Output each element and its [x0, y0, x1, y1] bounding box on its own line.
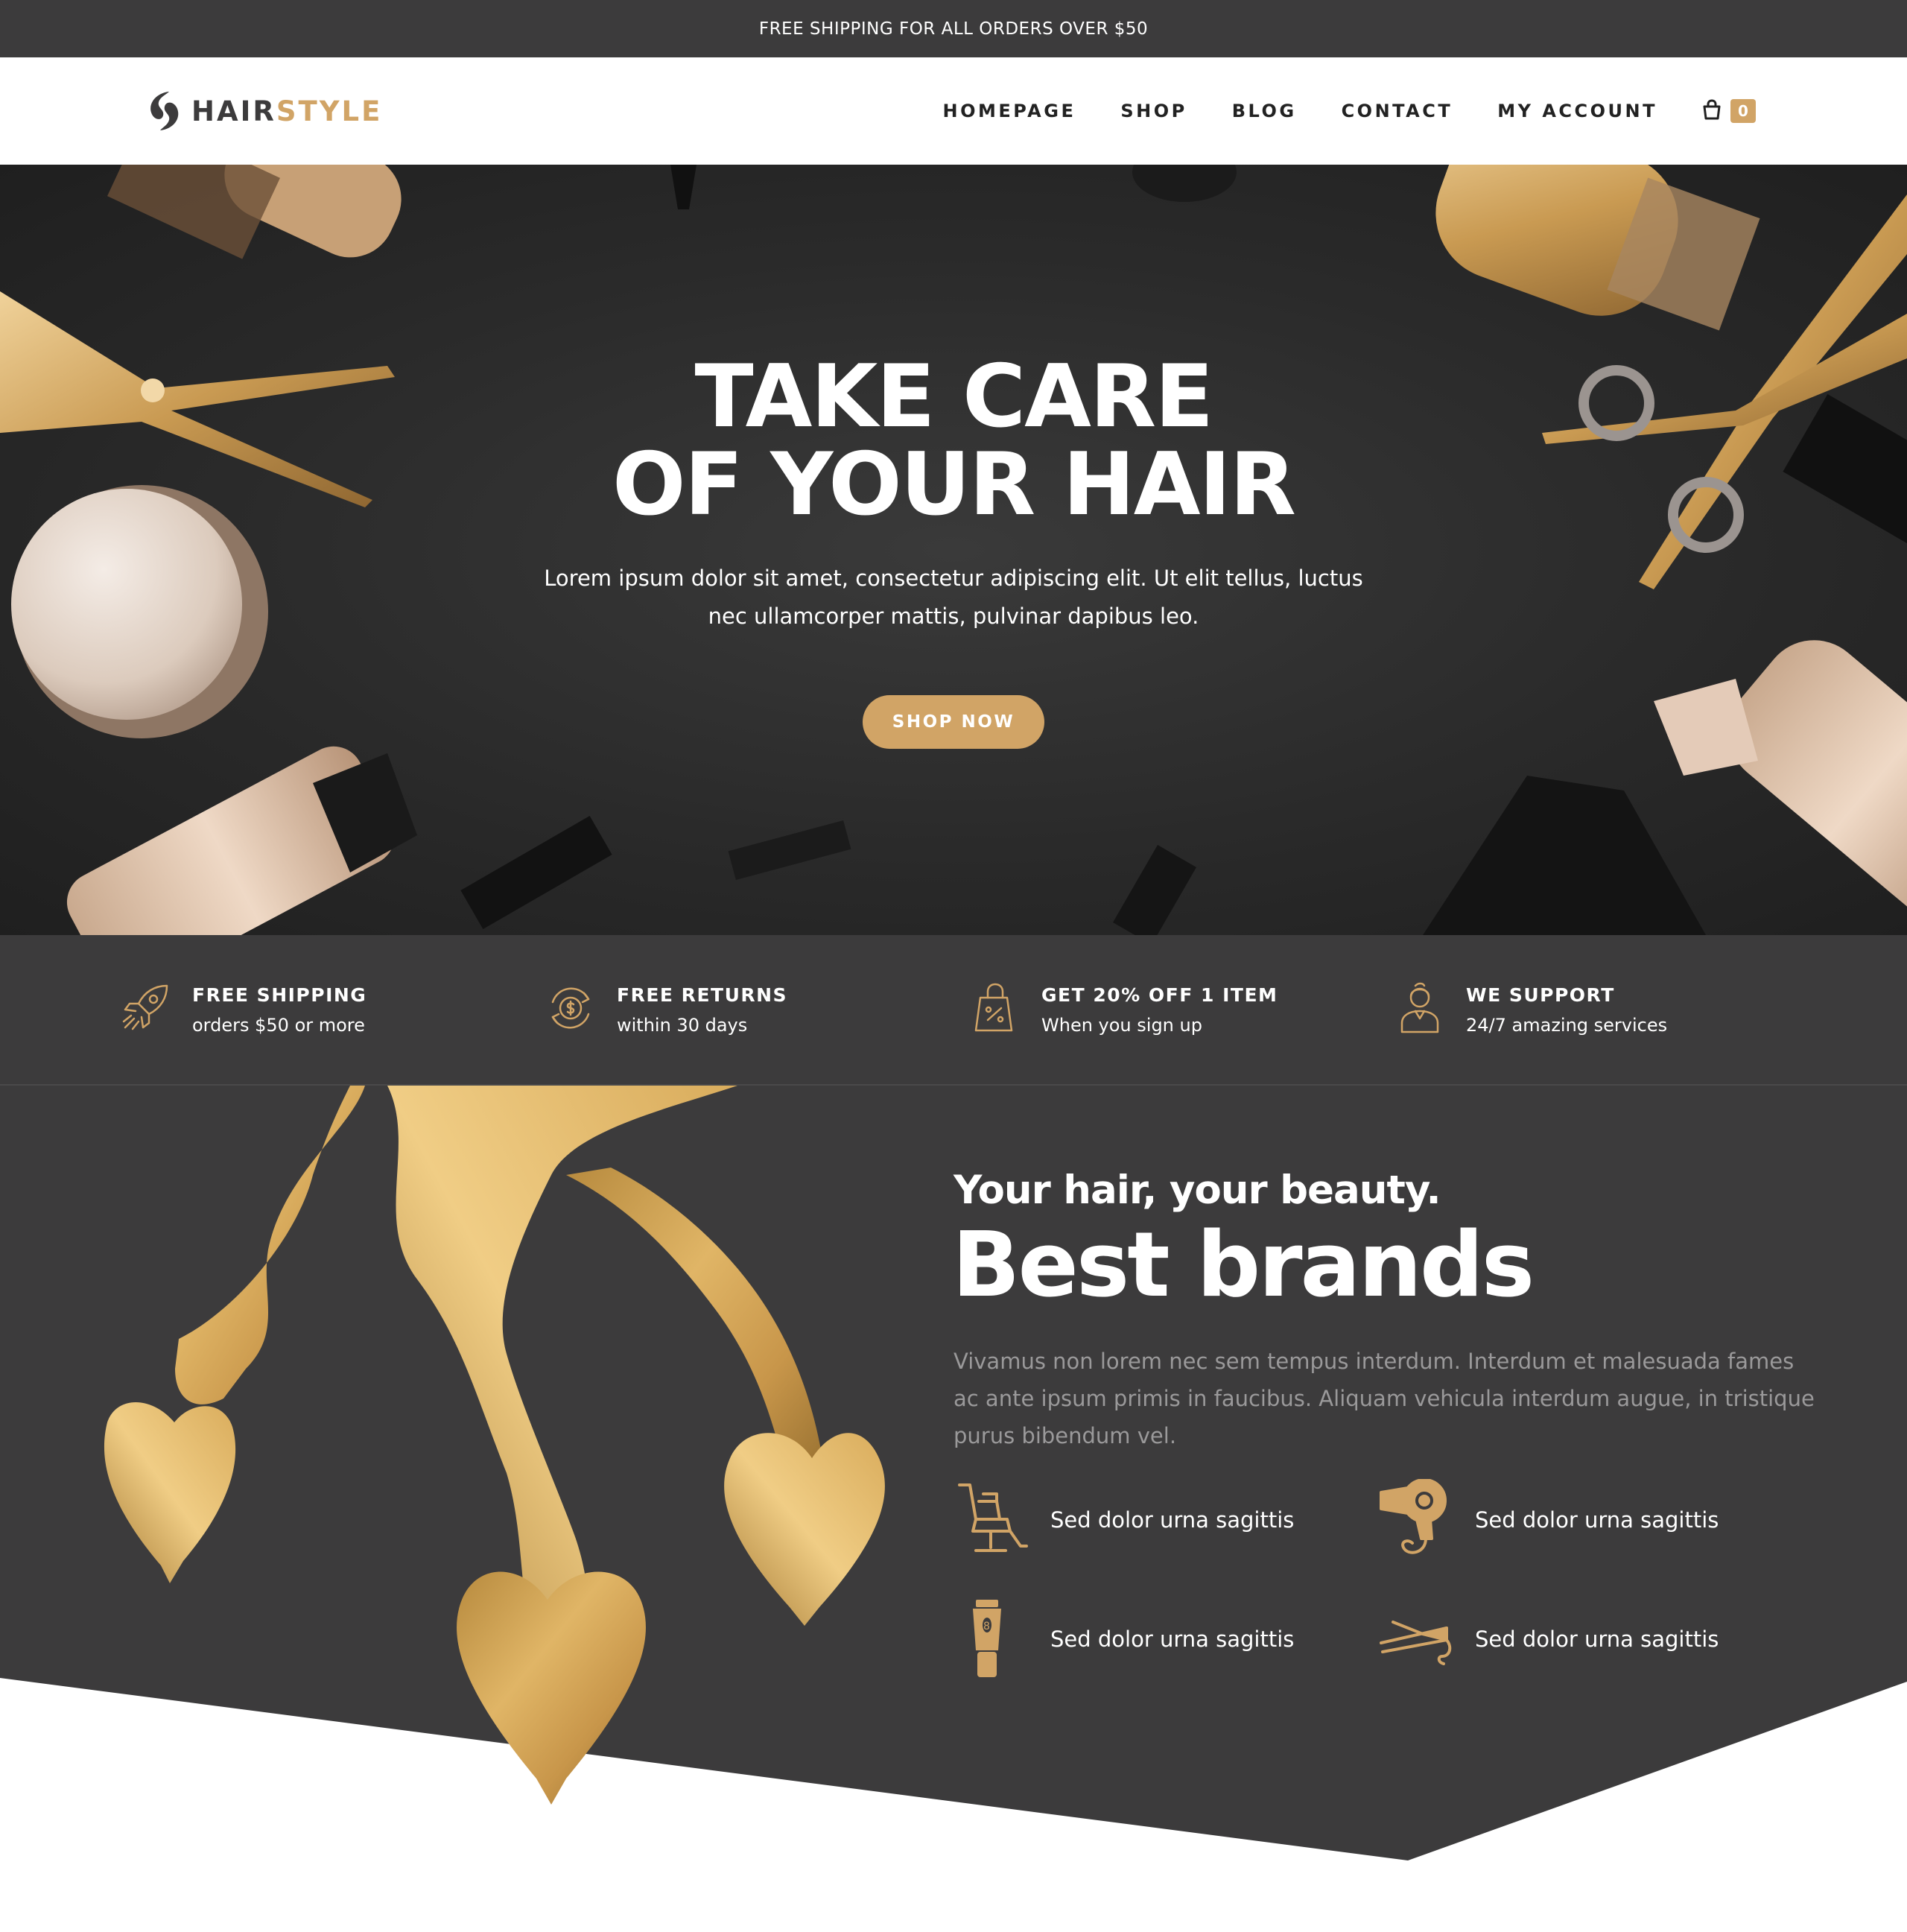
announcement-bar: FREE SHIPPING FOR ALL ORDERS OVER $50	[0, 0, 1907, 57]
nav-homepage[interactable]: HOMEPAGE	[943, 101, 1076, 121]
feature-text: 24/7 amazing services	[1466, 1015, 1668, 1036]
brands-description: Vivamus non lorem nec sem tempus interdu…	[954, 1349, 1815, 1448]
brand-feature-item: Sed dolor urna sagittis	[1378, 1598, 1719, 1680]
brands-tagline: Your hair, your beauty.	[954, 1168, 1441, 1213]
rocket-icon	[119, 981, 173, 1035]
money-return-icon	[544, 981, 597, 1035]
hero-title-line-2: OF YOUR HAIR	[612, 434, 1296, 535]
feature-title: GET 20% OFF 1 ITEM	[1041, 984, 1278, 1006]
svg-text:8: 8	[983, 1621, 990, 1632]
brand-feature-item: Sed dolor urna sagittis	[954, 1479, 1294, 1561]
feature-text: When you sign up	[1041, 1015, 1202, 1036]
hair-clipper-icon: 8	[954, 1598, 1028, 1680]
feature-title: FREE SHIPPING	[192, 984, 367, 1006]
brand-feature-label: Sed dolor urna sagittis	[1475, 1507, 1719, 1533]
feature-free-returns: FREE RETURNS within 30 days	[544, 981, 787, 1041]
feature-text: orders $50 or more	[192, 1015, 365, 1036]
main-nav: HOMEPAGE SHOP BLOG CONTACT MY ACCOUNT 0	[943, 93, 1756, 129]
brand-feature-label: Sed dolor urna sagittis	[1050, 1627, 1295, 1652]
hair-straightener-icon	[1378, 1598, 1453, 1680]
shopping-bag-icon	[1702, 99, 1722, 123]
announcement-text: FREE SHIPPING FOR ALL ORDERS OVER $50	[758, 19, 1149, 39]
feature-free-shipping: FREE SHIPPING orders $50 or more	[119, 981, 367, 1041]
cart-button[interactable]: 0	[1702, 99, 1756, 123]
feature-support: WE SUPPORT 24/7 amazing services	[1393, 981, 1667, 1041]
discount-bag-icon	[968, 981, 1022, 1035]
brands-section: Your hair, your beauty. Best brands Viva…	[0, 1086, 1907, 1932]
feature-discount: GET 20% OFF 1 ITEM When you sign up	[968, 981, 1278, 1041]
hero-banner: TAKE CARE OF YOUR HAIR Lorem ipsum dolor…	[0, 165, 1907, 935]
site-logo[interactable]: HAIRSTYLE	[147, 90, 382, 132]
hero-background-image	[0, 165, 1907, 935]
features-bar: FREE SHIPPING orders $50 or more FREE RE…	[0, 935, 1907, 1086]
nav-contact[interactable]: CONTACT	[1342, 101, 1453, 121]
support-person-icon	[1393, 981, 1447, 1035]
brands-heading: Best brands	[952, 1214, 1535, 1317]
hero-title: TAKE CARE OF YOUR HAIR	[0, 353, 1907, 529]
hair-dryer-icon	[1378, 1478, 1453, 1561]
cart-count-badge: 0	[1730, 99, 1756, 123]
logo-text-style: STYLE	[276, 95, 383, 127]
shop-now-button[interactable]: SHOP NOW	[863, 695, 1044, 749]
brand-feature-item: Sed dolor urna sagittis	[1378, 1478, 1719, 1561]
nav-blog[interactable]: BLOG	[1232, 101, 1297, 121]
hero-subtitle: Lorem ipsum dolor sit amet, consectetur …	[544, 566, 1363, 629]
hero-title-line-1: TAKE CARE	[694, 346, 1214, 447]
feature-title: FREE RETURNS	[617, 984, 788, 1006]
logo-text-hair: HAIR	[191, 95, 276, 127]
feature-title: WE SUPPORT	[1466, 984, 1615, 1006]
barber-chair-icon	[954, 1479, 1028, 1561]
hair-logo-icon	[147, 90, 181, 132]
brand-feature-label: Sed dolor urna sagittis	[1475, 1627, 1719, 1652]
nav-my-account[interactable]: MY ACCOUNT	[1497, 101, 1657, 121]
nav-shop[interactable]: SHOP	[1120, 101, 1187, 121]
logo-text: HAIRSTYLE	[191, 95, 382, 127]
feature-text: within 30 days	[617, 1015, 748, 1036]
brand-feature-label: Sed dolor urna sagittis	[1050, 1507, 1295, 1533]
brand-feature-item: 8 Sed dolor urna sagittis	[954, 1598, 1294, 1680]
site-header: HAIRSTYLE HOMEPAGE SHOP BLOG CONTACT MY …	[0, 57, 1907, 165]
